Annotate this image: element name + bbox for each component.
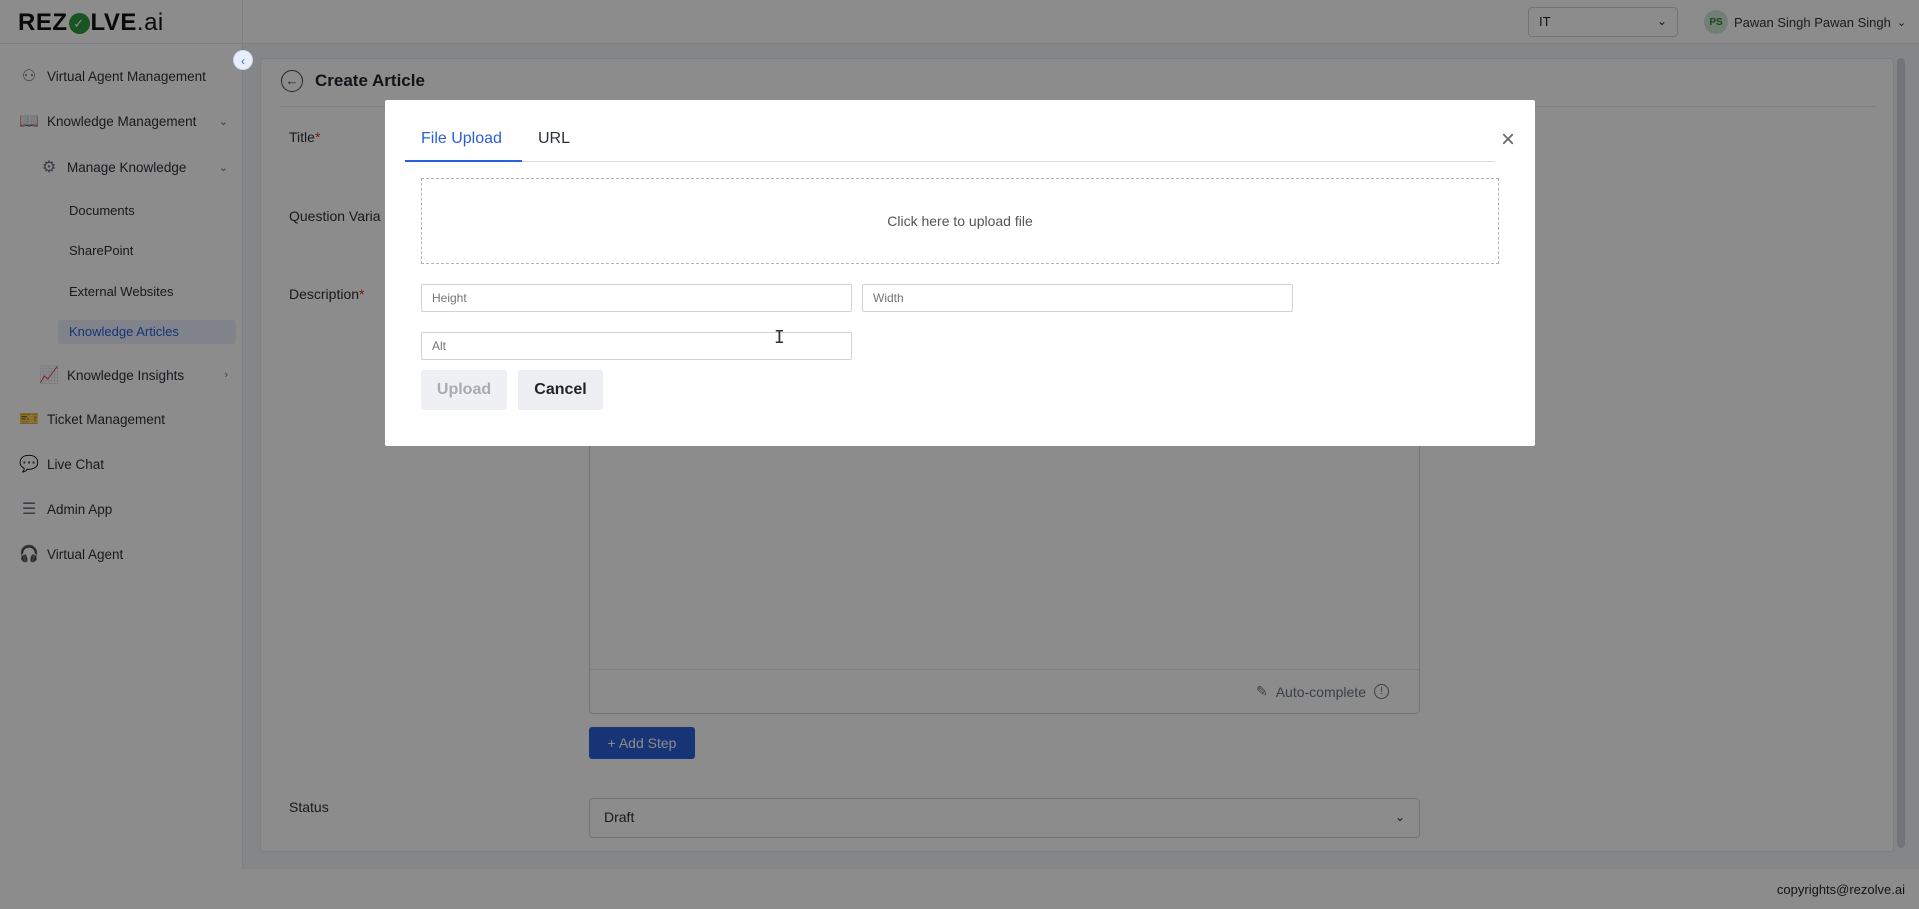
width-input[interactable] <box>862 284 1293 312</box>
file-dropzone[interactable]: Click here to upload file <box>421 178 1499 264</box>
tab-file-upload[interactable]: File Upload <box>421 130 502 148</box>
active-tab-indicator <box>405 160 522 162</box>
cancel-button[interactable]: Cancel <box>518 370 603 410</box>
height-input[interactable] <box>421 284 852 312</box>
collapse-sidebar-button[interactable]: ‹ <box>233 50 253 70</box>
alt-input[interactable] <box>421 332 852 360</box>
tab-url[interactable]: URL <box>538 130 570 148</box>
close-icon[interactable]: × <box>1501 128 1515 152</box>
text-cursor-icon: I <box>774 327 785 348</box>
dropzone-text: Click here to upload file <box>887 213 1033 229</box>
modal-tabs: File Upload URL <box>405 124 1495 162</box>
upload-button[interactable]: Upload <box>421 370 507 410</box>
upload-modal: File Upload URL × Click here to upload f… <box>385 100 1535 446</box>
